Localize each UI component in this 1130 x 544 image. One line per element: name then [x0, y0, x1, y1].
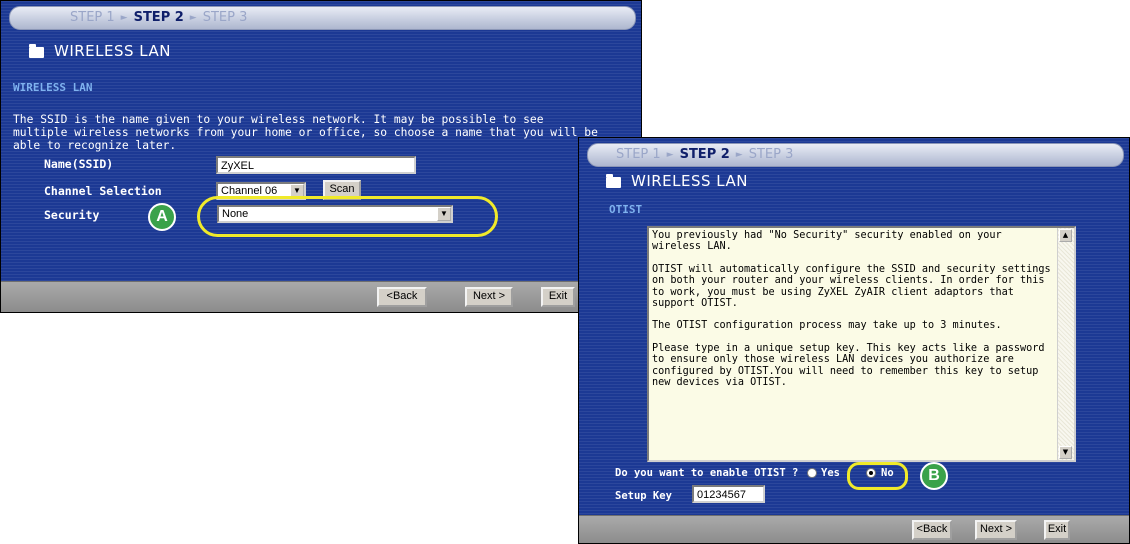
step-arrow-icon: ► [735, 150, 743, 160]
exit-button[interactable]: Exit [1044, 520, 1070, 540]
step-1: STEP 1 [70, 10, 115, 25]
next-button[interactable]: Next > [975, 520, 1017, 540]
page-title: WIRELESS LAN [54, 42, 171, 60]
ssid-description: The SSID is the name given to your wirel… [13, 113, 598, 152]
info-paragraph: Please type in a unique setup key. This … [652, 342, 1045, 389]
otist-yes-radio[interactable] [807, 468, 817, 478]
callout-highlight-b [847, 462, 908, 490]
step-list: STEP 1 ► STEP 2 ► STEP 3 [70, 10, 247, 25]
back-button[interactable]: <Back [912, 520, 952, 540]
step-2-current: STEP 2 [133, 10, 184, 25]
wizard-panel-otist: STEP 1 ► STEP 2 ► STEP 3 WIRELESS LAN OTIST … [578, 137, 1130, 544]
callout-highlight-a [197, 196, 498, 237]
info-paragraph: OTIST will automatically configure the S… [652, 263, 1051, 310]
scroll-down-icon[interactable]: ▼ [1059, 446, 1072, 459]
step-1: STEP 1 [616, 147, 661, 162]
setup-key-input[interactable]: 01234567 [692, 485, 765, 503]
info-paragraph: You previously had "No Security" securit… [652, 230, 1002, 253]
callout-label-a: A [148, 203, 176, 231]
folder-icon [29, 44, 44, 58]
wizard-footer: <Back Next > Exit [1, 281, 641, 312]
step-arrow-icon: ► [666, 150, 674, 160]
otist-info-textarea[interactable]: You previously had "No Security" securit… [647, 226, 1076, 462]
channel-label: Channel Selection [44, 184, 162, 198]
scroll-up-icon[interactable]: ▲ [1059, 229, 1072, 242]
otist-yes-label: Yes [821, 467, 840, 479]
section-heading: OTIST [609, 203, 643, 216]
step-list: STEP 1 ► STEP 2 ► STEP 3 [616, 147, 793, 162]
back-button[interactable]: <Back [377, 287, 427, 307]
step-arrow-icon: ► [189, 13, 197, 23]
step-arrow-icon: ► [120, 13, 128, 23]
callout-label-b: B [920, 462, 948, 490]
exit-button[interactable]: Exit [541, 287, 575, 307]
vertical-scrollbar[interactable]: ▲ ▼ [1057, 228, 1074, 460]
ssid-label: Name(SSID) [44, 157, 114, 171]
step-3: STEP 3 [748, 147, 794, 162]
ssid-input[interactable]: ZyXEL [216, 156, 416, 174]
next-button[interactable]: Next > [465, 287, 513, 307]
section-heading: WIRELESS LAN [13, 81, 93, 94]
step-2-current: STEP 2 [679, 147, 730, 162]
page-title: WIRELESS LAN [631, 172, 748, 190]
security-label: Security [44, 208, 100, 222]
step-3: STEP 3 [202, 10, 248, 25]
wizard-footer: <Back Next > Exit [579, 515, 1129, 543]
step-progress-bar: STEP 1 ► STEP 2 ► STEP 3 [9, 6, 636, 30]
otist-info-text: You previously had "No Security" securit… [652, 230, 1056, 399]
setup-key-label: Setup Key [615, 490, 672, 502]
enable-otist-question: Do you want to enable OTIST ? [615, 467, 799, 479]
info-paragraph: The OTIST configuration process may take… [652, 320, 1002, 332]
folder-icon [606, 174, 621, 188]
step-progress-bar: STEP 1 ► STEP 2 ► STEP 3 [587, 143, 1124, 167]
wizard-panel-ssid: STEP 1 ► STEP 2 ► STEP 3 WIRELESS LAN WIRELE… [0, 0, 642, 313]
